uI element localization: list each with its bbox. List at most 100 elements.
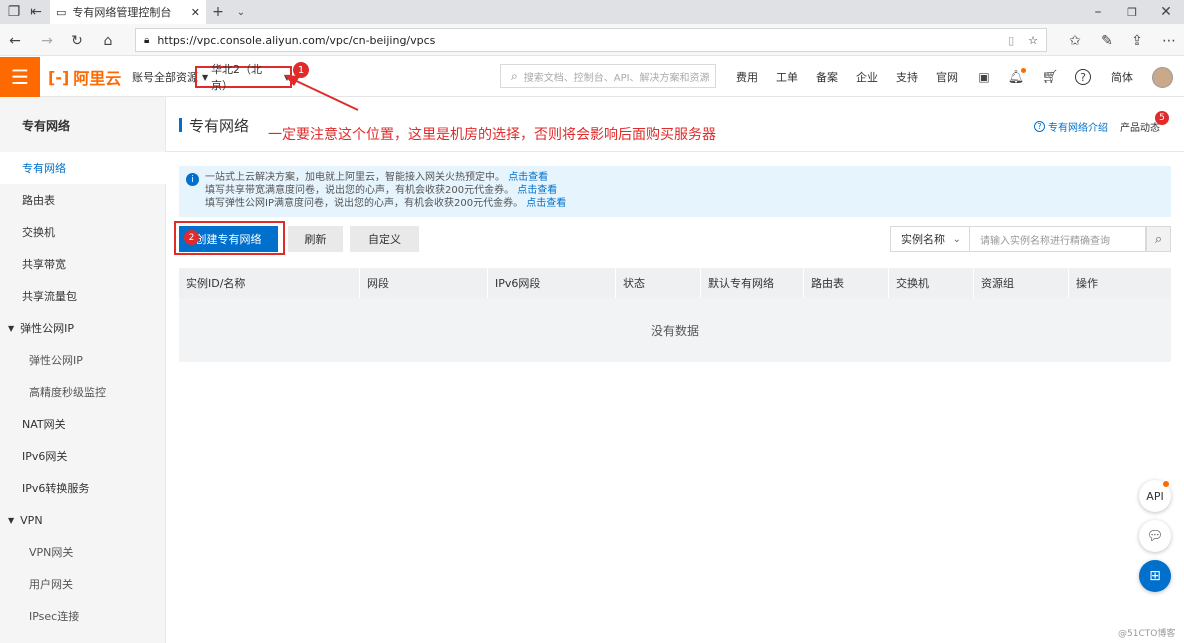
- sidebar-title: 专有网络: [22, 119, 71, 133]
- sidebar-item[interactable]: 高精度秒级监控: [0, 376, 166, 408]
- caret-down-icon: ▼: [8, 515, 15, 525]
- filter-select-label: 实例名称: [901, 233, 945, 246]
- sidebar-item[interactable]: ▼ 弹性公网IP: [0, 312, 166, 344]
- table-column-header: 网段: [359, 268, 487, 298]
- sidebar-item-label: VPN: [20, 513, 43, 527]
- customize-button[interactable]: 自定义: [350, 226, 419, 252]
- menu-icon[interactable]: ☰: [0, 57, 40, 97]
- filter-input[interactable]: 请输入实例名称进行精确查询: [970, 226, 1146, 252]
- filter-search-button[interactable]: ⌕: [1146, 226, 1171, 252]
- logo-text: 阿里云: [73, 69, 122, 88]
- share-icon[interactable]: ⇪: [1128, 32, 1146, 50]
- account-resources-label: 账号全部资源: [132, 71, 198, 84]
- minimize-icon[interactable]: –: [1090, 4, 1106, 20]
- filter-input-placeholder: 请输入实例名称进行精确查询: [980, 235, 1110, 247]
- annotation-marker-2: 2: [184, 230, 199, 245]
- apps-button[interactable]: ⊞: [1139, 560, 1171, 592]
- region-label: 华北2（北京）: [211, 63, 262, 92]
- terminal-icon[interactable]: ▣: [976, 69, 992, 85]
- notice-text: 填写共享带宽满意度问卷，说出您的心声，有机会收获200元代金券。: [205, 185, 515, 196]
- tab-title: 专有网络管理控制台: [72, 6, 172, 19]
- url-text: https://vpc.console.aliyun.com/vpc/cn-be…: [157, 33, 436, 47]
- watermark: @51CTO博客: [1118, 629, 1176, 639]
- sidebar-item-label: 高精度秒级监控: [29, 386, 106, 399]
- nav-tickets[interactable]: 工单: [776, 66, 798, 88]
- table-column-header: 资源组: [973, 268, 1068, 298]
- nav-website[interactable]: 官网: [936, 66, 958, 88]
- set-aside-icon[interactable]: ⇤: [28, 4, 44, 20]
- notice-text: 填写弹性公网IP满意度问卷，说出您的心声，有机会收获200元代金券。: [205, 198, 524, 209]
- sidebar-item-label: 交换机: [22, 226, 55, 239]
- new-tab-icon[interactable]: +: [210, 4, 226, 20]
- url-field[interactable]: 🔒︎ https://vpc.console.aliyun.com/vpc/cn…: [135, 28, 1047, 52]
- filter-select[interactable]: 实例名称 ⌄: [890, 226, 970, 252]
- tab-list-icon[interactable]: ⌄: [233, 4, 249, 20]
- nav-fees[interactable]: 费用: [736, 66, 758, 88]
- notice-link[interactable]: 点击查看: [526, 198, 566, 209]
- sidebar-item-label: 弹性公网IP: [20, 322, 75, 335]
- home-icon[interactable]: ⌂: [99, 32, 117, 50]
- sidebar-item[interactable]: IPsec连接: [0, 600, 166, 632]
- sidebar-item-label: 专有网络: [22, 162, 66, 175]
- table-column-header: 交换机: [888, 268, 973, 298]
- sidebar-item-label: IPv6转换服务: [22, 482, 90, 495]
- nav-support[interactable]: 支持: [896, 66, 918, 88]
- help-icon[interactable]: ?: [1075, 69, 1091, 85]
- notice-link[interactable]: 点击查看: [508, 172, 548, 183]
- sidebar-item[interactable]: IPv6转换服务: [0, 472, 166, 504]
- sidebar-item[interactable]: 用户网关: [0, 568, 166, 600]
- title-accent-bar: [179, 118, 182, 132]
- sidebar-item[interactable]: VPN网关: [0, 536, 166, 568]
- back-icon[interactable]: ←: [6, 32, 24, 50]
- notice-line: 填写共享带宽满意度问卷，说出您的心声，有机会收获200元代金券。 点击查看: [205, 184, 566, 197]
- search-placeholder: 搜索文档、控制台、API、解决方案和资源: [523, 72, 710, 84]
- close-tab-icon[interactable]: ✕: [191, 6, 200, 19]
- reading-view-icon[interactable]: ▯: [1008, 34, 1014, 47]
- search-icon: ⌕: [511, 68, 518, 83]
- maximize-icon[interactable]: ❐: [1124, 4, 1140, 20]
- nav-enterprise[interactable]: 企业: [856, 66, 878, 88]
- sidebar-item[interactable]: ▼ VPN: [0, 504, 166, 536]
- notice-line: 一站式上云解决方案，加电就上阿里云，智能接入网关火热预定中。 点击查看: [205, 171, 566, 184]
- more-icon[interactable]: ⋯: [1160, 32, 1178, 50]
- refresh-button[interactable]: 刷新: [288, 226, 343, 252]
- browser-tab[interactable]: ▭ 专有网络管理控制台 ✕: [50, 0, 206, 24]
- sidebar-item[interactable]: 专有网络: [0, 152, 166, 184]
- sidebar-item-label: 共享带宽: [22, 258, 66, 271]
- sidebar-item[interactable]: 共享流量包: [0, 280, 166, 312]
- sidebar-item[interactable]: NAT网关: [0, 408, 166, 440]
- favorites-icon[interactable]: ✩: [1066, 32, 1084, 50]
- pen-icon[interactable]: ✎: [1098, 32, 1116, 50]
- sidebar-item[interactable]: IPv6网关: [0, 440, 166, 472]
- feedback-button[interactable]: 💬︎: [1139, 520, 1171, 552]
- help-circle-icon: ?: [1034, 121, 1045, 132]
- sidebar-item[interactable]: 交换机: [0, 216, 166, 248]
- notice-line: 填写弹性公网IP满意度问卷，说出您的心声，有机会收获200元代金券。 点击查看: [205, 197, 566, 210]
- table-column-header: 操作: [1068, 268, 1171, 298]
- aliyun-logo[interactable]: [-] 阿里云: [48, 65, 121, 89]
- sidebar-item[interactable]: 弹性公网IP: [0, 344, 166, 376]
- sidebar-item[interactable]: 路由表: [0, 184, 166, 216]
- forward-icon[interactable]: →: [38, 32, 56, 50]
- table-empty-message: 没有数据: [179, 298, 1171, 362]
- close-window-icon[interactable]: ✕: [1158, 4, 1174, 20]
- sidebar-item-label: 共享流量包: [22, 290, 77, 303]
- refresh-icon[interactable]: ↻: [68, 32, 86, 50]
- language-switch[interactable]: 简体: [1111, 66, 1133, 88]
- search-input[interactable]: ⌕ 搜索文档、控制台、API、解决方案和资源: [500, 64, 716, 88]
- favorite-icon[interactable]: ☆: [1028, 34, 1038, 47]
- cart-icon[interactable]: 🛒︎: [1042, 69, 1059, 85]
- sidebar-item[interactable]: 共享带宽: [0, 248, 166, 280]
- tab-actions-icon[interactable]: ❐: [6, 4, 22, 20]
- api-dot: [1163, 481, 1169, 487]
- avatar[interactable]: [1152, 67, 1173, 88]
- page-icon: ▭: [56, 5, 67, 19]
- table-column-header: 默认专有网络: [700, 268, 803, 298]
- vpc-intro-link[interactable]: ? 专有网络介绍: [1034, 119, 1108, 134]
- region-selector[interactable]: 华北2（北京） ▼: [195, 63, 292, 92]
- notice-text: 一站式上云解决方案，加电就上阿里云，智能接入网关火热预定中。: [205, 172, 505, 183]
- notice-link[interactable]: 点击查看: [517, 185, 557, 196]
- product-news-link[interactable]: 产品动态: [1120, 119, 1160, 134]
- nav-icp[interactable]: 备案: [816, 66, 838, 88]
- logo-mark-icon: [-]: [48, 67, 70, 87]
